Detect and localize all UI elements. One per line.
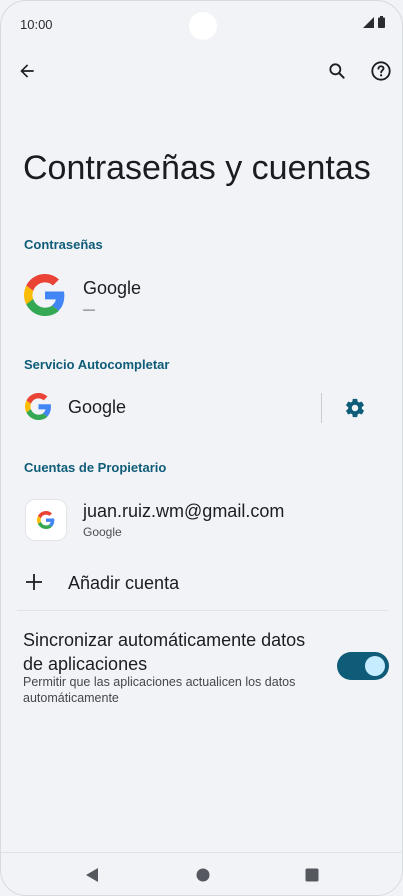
camera-cutout <box>189 12 217 40</box>
triangle-back-icon <box>86 868 98 882</box>
add-account-label: Añadir cuenta <box>68 573 180 593</box>
account-email: juan.ruiz.wm@gmail.com <box>83 501 285 521</box>
nav-recents-button[interactable] <box>302 865 322 885</box>
nav-home-button[interactable] <box>193 865 213 885</box>
section-header-passwords: Contraseñas <box>24 237 103 252</box>
google-logo-icon <box>37 511 55 529</box>
add-account-button[interactable]: Añadir cuenta <box>1 563 402 603</box>
arrow-back-icon <box>20 64 34 78</box>
help-icon <box>371 61 391 81</box>
account-avatar <box>25 499 67 541</box>
gear-icon <box>346 398 364 418</box>
autofill-divider <box>321 393 322 423</box>
help-button[interactable] <box>365 55 397 87</box>
password-provider-name: Google <box>83 278 142 298</box>
section-header-owner-accounts: Cuentas de Propietario <box>24 460 167 475</box>
autofill-provider-row[interactable]: Google <box>1 387 319 429</box>
app-bar <box>1 53 402 89</box>
circle-home-icon <box>196 868 210 882</box>
autofill-provider-name: Google <box>68 397 127 417</box>
sync-toggle[interactable] <box>337 652 389 680</box>
section-header-autofill: Servicio Autocompletar <box>24 357 170 372</box>
status-icons <box>363 16 385 28</box>
phone-screen: 10:00 Contraseñas y cuentas Contraseñas … <box>0 0 403 896</box>
search-icon <box>329 63 345 79</box>
account-type: Google <box>83 525 122 539</box>
back-button[interactable] <box>11 55 43 87</box>
sync-title: Sincronizar automáticamente datos de apl… <box>23 630 306 674</box>
page-title: Contraseñas y cuentas <box>23 149 371 187</box>
password-provider-row[interactable]: Google — <box>1 266 402 326</box>
navigation-bar <box>1 852 402 895</box>
status-bar: 10:00 <box>1 1 402 47</box>
password-provider-status: — <box>83 302 95 316</box>
nav-back-button[interactable] <box>82 865 102 885</box>
google-logo-icon <box>25 393 51 420</box>
sync-subtitle: Permitir que las aplicaciones actualicen… <box>23 675 296 705</box>
signal-icon <box>363 17 374 28</box>
section-divider <box>17 610 388 611</box>
battery-icon <box>378 16 385 28</box>
sync-toggle-knob <box>365 656 385 676</box>
autofill-settings-button[interactable] <box>339 392 371 424</box>
account-row[interactable]: juan.ruiz.wm@gmail.com Google <box>1 493 402 547</box>
search-button[interactable] <box>321 55 353 87</box>
plus-icon <box>26 574 42 590</box>
google-logo-icon <box>24 274 65 316</box>
square-recents-icon <box>305 868 319 882</box>
status-time: 10:00 <box>20 17 53 32</box>
